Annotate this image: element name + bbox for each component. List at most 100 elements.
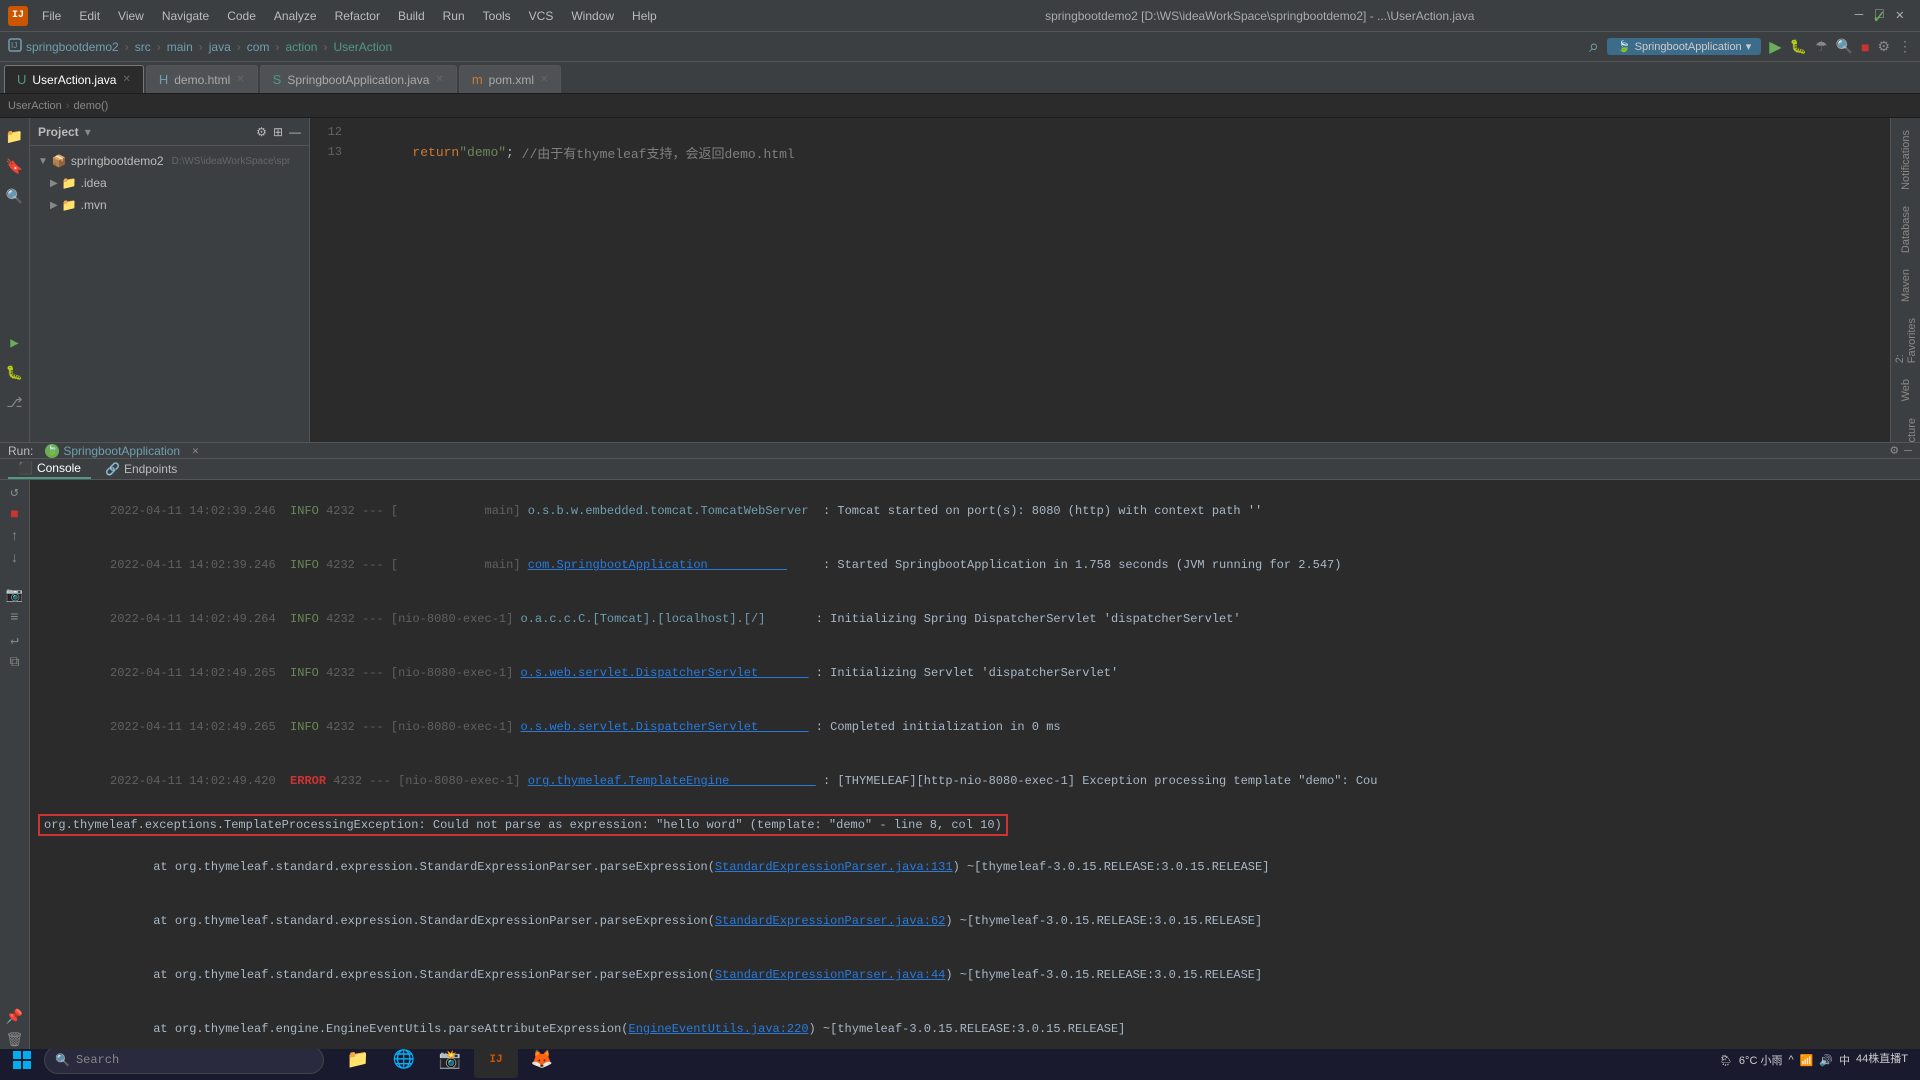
right-tab-structure[interactable]: 7: Structure: [1890, 410, 1920, 442]
menu-refactor[interactable]: Refactor: [327, 7, 388, 25]
settings-button[interactable]: ⚙: [1877, 38, 1890, 55]
sidebar-debug-icon[interactable]: 🐛: [4, 362, 26, 384]
code-area: 12 13 return "demo" ; //由于有thymeleaf支持，会…: [310, 118, 1890, 442]
tab-icon-useraction: U: [17, 72, 26, 87]
console-content[interactable]: 2022-04-11 14:02:39.246 INFO 4232 --- [ …: [30, 480, 1920, 1049]
more-button[interactable]: ⋮: [1898, 38, 1912, 55]
run-panel-settings[interactable]: ⚙: [1890, 443, 1898, 458]
tree-root-arrow: ▼: [38, 156, 48, 167]
menu-tools[interactable]: Tools: [475, 7, 519, 25]
copy-icon[interactable]: ⧉: [10, 655, 20, 671]
minimize-button[interactable]: —: [1855, 7, 1863, 24]
nav-src[interactable]: src: [135, 40, 151, 54]
run-config[interactable]: 🍃 SpringbootApplication ▾: [1607, 38, 1761, 55]
menu-help[interactable]: Help: [624, 7, 665, 25]
restart-icon[interactable]: ↺: [10, 484, 18, 501]
bc-useraction[interactable]: UserAction: [8, 100, 62, 112]
run-tab-close[interactable]: ✕: [192, 444, 199, 458]
console-body: ↺ ■ ↑ ↓ 📷 ≡ ↵ ⧉ 📌 🗑 2022-04-11 14:02:39.…: [0, 480, 1920, 1049]
menu-vcs[interactable]: VCS: [521, 7, 562, 25]
tab-close-useraction[interactable]: ✕: [122, 74, 130, 85]
nav-springbootdemo2[interactable]: springbootdemo2: [26, 40, 119, 54]
delete-icon[interactable]: 🗑: [6, 1032, 24, 1049]
code-comment-13: //由于有thymeleaf支持，会返回demo.html: [522, 143, 795, 162]
tab-close-pom[interactable]: ✕: [540, 74, 548, 85]
sidebar-find-icon[interactable]: 🔍: [4, 186, 26, 208]
right-tab-web[interactable]: Web: [1896, 371, 1916, 409]
menu-file[interactable]: File: [34, 7, 69, 25]
run-toolbar: ⬛ Console 🔗 Endpoints: [0, 459, 1920, 480]
ime-indicator[interactable]: 中: [1839, 1052, 1850, 1068]
code-text-13: [350, 145, 412, 160]
tab-useraction[interactable]: U UserAction.java ✕: [4, 65, 144, 93]
tree-mvn[interactable]: ▶ 📁 .mvn: [30, 194, 309, 216]
tab-close-demo[interactable]: ✕: [236, 74, 244, 85]
tab-springboot[interactable]: S SpringbootApplication.java ✕: [260, 65, 457, 93]
code-content[interactable]: 12 13 return "demo" ; //由于有thymeleaf支持，会…: [310, 118, 1890, 442]
project-layout-icon[interactable]: ⊞: [273, 125, 283, 139]
right-tab-database[interactable]: Database: [1896, 198, 1916, 261]
endpoints-tab[interactable]: 🔗 Endpoints: [95, 460, 187, 478]
stop-icon[interactable]: ■: [10, 507, 18, 523]
scroll-up-icon[interactable]: ↑: [10, 529, 18, 545]
tab-icon-pom: m: [472, 72, 483, 87]
tab-icon-demo: H: [159, 72, 168, 87]
menu-code[interactable]: Code: [219, 7, 264, 25]
nav-bar: IJ springbootdemo2 › src › main › java ›…: [0, 32, 1920, 62]
tab-pom[interactable]: m pom.xml ✕: [459, 65, 562, 93]
run-panel: Run: 🍃 SpringbootApplication ✕ ⚙ — ⬛ Con…: [0, 442, 1920, 1012]
log-line-4: 2022-04-11 14:02:49.265 INFO 4232 --- [n…: [38, 646, 1912, 700]
project-minimize-icon[interactable]: —: [289, 125, 301, 139]
menu-build[interactable]: Build: [390, 7, 433, 25]
close-button[interactable]: ✕: [1896, 7, 1904, 24]
code-text-12: [350, 125, 381, 140]
weather-icon: 🌦: [1719, 1054, 1733, 1067]
win-clock[interactable]: 44株直播T: [1856, 1052, 1908, 1067]
menu-navigate[interactable]: Navigate: [154, 7, 217, 25]
title-bar: IJ File Edit View Navigate Code Analyze …: [0, 0, 1920, 32]
right-tab-favorites[interactable]: 2: Favorites: [1890, 310, 1920, 371]
log-line-6: 2022-04-11 14:02:49.420 ERROR 4232 --- […: [38, 754, 1912, 808]
nav-java[interactable]: java: [209, 40, 231, 54]
scroll-down-icon[interactable]: ↓: [10, 551, 18, 567]
right-tab-notifications[interactable]: Notifications: [1896, 122, 1916, 198]
tab-demo[interactable]: H demo.html ✕: [146, 65, 258, 93]
menu-window[interactable]: Window: [563, 7, 622, 25]
filter-icon[interactable]: ≡: [10, 610, 18, 626]
wrap-icon[interactable]: ↵: [10, 632, 18, 649]
tree-root[interactable]: ▼ 📦 springbootdemo2 D:\WS\ideaWorkSpace\…: [30, 150, 309, 172]
pin-icon[interactable]: 📌: [6, 1009, 23, 1026]
search-everywhere[interactable]: 🔍: [1836, 38, 1853, 55]
run-config-dropdown[interactable]: ▾: [1746, 40, 1752, 53]
tab-close-springboot[interactable]: ✕: [435, 74, 443, 85]
win-search-bar[interactable]: 🔍 Search: [44, 1046, 324, 1074]
menu-view[interactable]: View: [110, 7, 152, 25]
run-panel-minimize[interactable]: —: [1904, 443, 1912, 458]
project-gear-icon[interactable]: ⚙: [256, 125, 267, 139]
tree-idea[interactable]: ▶ 📁 .idea: [30, 172, 309, 194]
sidebar-git-icon[interactable]: ⎇: [4, 392, 26, 414]
bc-demo[interactable]: demo(): [73, 100, 108, 112]
nav-action[interactable]: action: [285, 40, 317, 54]
right-tab-maven[interactable]: Maven: [1896, 261, 1916, 310]
run-button[interactable]: ▶: [1769, 37, 1781, 57]
sidebar-bookmark-icon[interactable]: 🔖: [4, 156, 26, 178]
screenshot-icon[interactable]: 📷: [6, 587, 23, 604]
menu-analyze[interactable]: Analyze: [266, 7, 325, 25]
nav-useraction[interactable]: UserAction: [333, 40, 392, 54]
tab-label-springboot: SpringbootApplication.java: [287, 73, 429, 87]
nav-search-button[interactable]: ⌕: [1589, 36, 1599, 57]
menu-edit[interactable]: Edit: [71, 7, 108, 25]
nav-com[interactable]: com: [247, 40, 270, 54]
taskbar-up-arrow[interactable]: ^: [1788, 1054, 1793, 1066]
menu-run[interactable]: Run: [435, 7, 473, 25]
debug-button[interactable]: 🐛: [1790, 38, 1807, 55]
sidebar-project-icon[interactable]: 📁: [4, 126, 26, 148]
coverage-button[interactable]: ☂: [1815, 38, 1828, 55]
sidebar-run-icon[interactable]: ▶: [4, 332, 26, 354]
console-tab[interactable]: ⬛ Console: [8, 459, 91, 479]
stop-button[interactable]: ■: [1861, 39, 1869, 55]
project-dropdown[interactable]: ▾: [85, 125, 91, 139]
tree-mvn-label: .mvn: [81, 198, 107, 212]
nav-main[interactable]: main: [167, 40, 193, 54]
